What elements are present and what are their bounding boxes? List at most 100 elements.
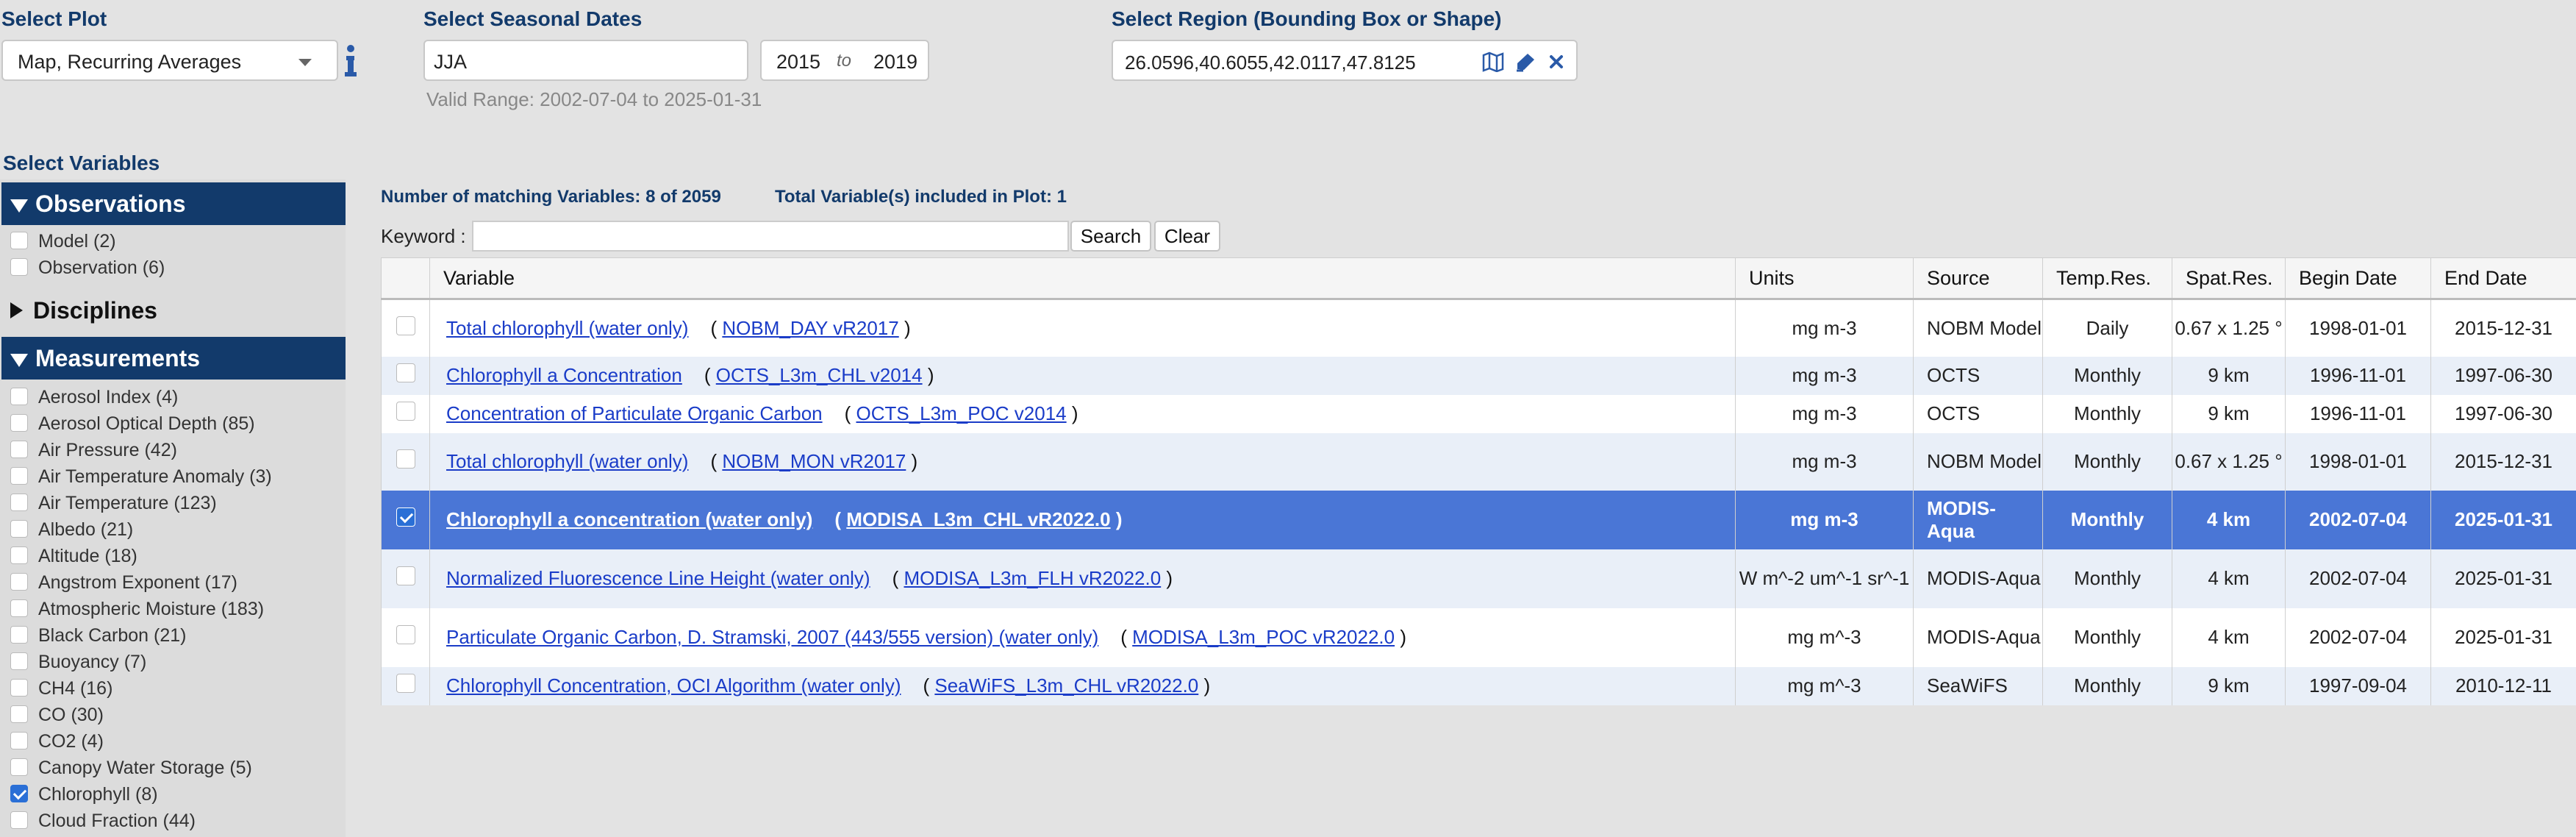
from-year[interactable]: 2015 (776, 51, 820, 74)
measurements-header[interactable]: Measurements (1, 337, 346, 380)
measurements-item[interactable]: Canopy Water Storage (5) (10, 758, 252, 781)
table-row[interactable]: Normalized Fluorescence Line Height (wat… (381, 549, 2576, 608)
checkbox-icon[interactable] (396, 316, 415, 335)
checkbox-icon[interactable] (10, 785, 28, 803)
checkbox-icon[interactable] (10, 467, 28, 485)
checkbox-icon[interactable] (10, 388, 28, 406)
column-header[interactable]: End Date (2430, 257, 2576, 300)
product-link[interactable]: NOBM_DAY vR2017 (722, 317, 898, 339)
product-link[interactable]: MODISA_L3m_CHL vR2022.0 (846, 508, 1110, 530)
table-row[interactable]: Total chlorophyll (water only) ( NOBM_DAY… (381, 299, 2576, 357)
checkbox-icon[interactable] (396, 363, 415, 382)
measurements-item[interactable]: Black Carbon (21) (10, 625, 186, 649)
observations-header[interactable]: Observations (1, 182, 346, 225)
map-icon[interactable] (1482, 51, 1504, 73)
checkbox-icon[interactable] (396, 402, 415, 421)
draw-shape-icon[interactable] (1514, 51, 1536, 72)
plot-select[interactable]: Map, Recurring Averages (1, 40, 338, 81)
table-row[interactable]: Concentration of Particulate Organic Car… (381, 394, 2576, 433)
observations-item[interactable]: Observation (6) (10, 257, 165, 281)
checkbox-icon[interactable] (10, 232, 28, 250)
checkbox-icon[interactable] (10, 546, 28, 565)
search-button[interactable]: Search (1070, 221, 1151, 252)
column-header[interactable]: Temp.Res. (2042, 257, 2172, 300)
checkbox-icon[interactable] (10, 705, 28, 724)
row-select-cell[interactable] (381, 299, 430, 357)
measurements-item[interactable]: Air Pressure (42) (10, 440, 177, 463)
checkbox-icon[interactable] (396, 674, 415, 693)
measurements-item[interactable]: Albedo (21) (10, 519, 133, 543)
measurements-item[interactable]: Cloud Fraction (44) (10, 811, 196, 834)
row-select-cell[interactable] (381, 608, 430, 667)
season-input[interactable]: JJA (423, 40, 748, 81)
region-input[interactable]: 26.0596,40.6055,42.0117,47.8125 (1112, 40, 1578, 81)
row-select-cell[interactable] (381, 394, 430, 433)
table-row[interactable]: Chlorophyll a Concentration ( OCTS_L3m_CH… (381, 356, 2576, 395)
checkbox-icon[interactable] (10, 599, 28, 618)
variable-link[interactable]: Chlorophyll a concentration (water only) (446, 508, 812, 530)
checkbox-icon[interactable] (396, 449, 415, 469)
row-select-cell[interactable] (381, 432, 430, 491)
checkbox-icon[interactable] (10, 679, 28, 697)
checkbox-icon[interactable] (10, 626, 28, 644)
measurements-item[interactable]: CO (30) (10, 705, 104, 728)
clear-button[interactable]: Clear (1154, 221, 1220, 252)
column-header[interactable]: Source (1913, 257, 2043, 300)
checkbox-icon[interactable] (396, 507, 415, 527)
close-icon[interactable] (1545, 51, 1567, 72)
table-row[interactable]: Particulate Organic Carbon, D. Stramski,… (381, 608, 2576, 667)
table-row[interactable]: Chlorophyll a concentration (water only)… (381, 490, 2576, 549)
measurements-item[interactable]: Altitude (18) (10, 546, 137, 569)
measurements-item[interactable]: CH4 (16) (10, 678, 112, 702)
to-year[interactable]: 2019 (873, 51, 917, 74)
checkbox-icon[interactable] (10, 414, 28, 432)
keyword-input[interactable] (472, 221, 1069, 252)
table-row[interactable]: Chlorophyll Concentration, OCI Algorithm… (381, 666, 2576, 705)
checkbox-icon[interactable] (10, 758, 28, 777)
info-icon[interactable] (340, 43, 362, 79)
measurements-item[interactable]: Chlorophyll (8) (10, 784, 158, 808)
observations-item[interactable]: Model (2) (10, 231, 116, 254)
checkbox-icon[interactable] (10, 811, 28, 830)
checkbox-icon[interactable] (10, 441, 28, 459)
column-header[interactable]: Units (1735, 257, 1914, 300)
row-select-cell[interactable] (381, 356, 430, 395)
product-link[interactable]: NOBM_MON vR2017 (722, 450, 906, 472)
checkbox-icon[interactable] (10, 520, 28, 538)
measurements-item[interactable]: Air Temperature Anomaly (3) (10, 466, 272, 490)
checkbox-icon[interactable] (10, 258, 28, 277)
measurements-item[interactable]: Atmospheric Moisture (183) (10, 599, 264, 622)
row-select-cell[interactable] (381, 666, 430, 705)
product-link[interactable]: MODISA_L3m_POC vR2022.0 (1132, 626, 1395, 648)
measurements-item[interactable]: Aerosol Optical Depth (85) (10, 413, 255, 437)
column-header[interactable]: Begin Date (2285, 257, 2431, 300)
year-range[interactable]: 2015 to 2019 (760, 40, 929, 81)
column-header[interactable]: Variable (429, 257, 1736, 300)
variable-link[interactable]: Total chlorophyll (water only) (446, 450, 688, 472)
variable-link[interactable]: Chlorophyll Concentration, OCI Algorithm… (446, 674, 901, 697)
checkbox-icon[interactable] (10, 494, 28, 512)
table-row[interactable]: Total chlorophyll (water only) ( NOBM_MON… (381, 432, 2576, 491)
checkbox-icon[interactable] (10, 732, 28, 750)
product-link[interactable]: OCTS_L3m_POC v2014 (856, 402, 1067, 424)
checkbox-icon[interactable] (396, 625, 415, 644)
checkbox-icon[interactable] (10, 573, 28, 591)
disciplines-header[interactable]: Disciplines (10, 297, 157, 324)
variable-link[interactable]: Particulate Organic Carbon, D. Stramski,… (446, 626, 1098, 648)
product-link[interactable]: MODISA_L3m_FLH vR2022.0 (904, 567, 1161, 589)
product-link[interactable]: OCTS_L3m_CHL v2014 (716, 364, 923, 386)
variable-link[interactable]: Chlorophyll a Concentration (446, 364, 682, 386)
measurements-item[interactable]: Air Temperature (123) (10, 493, 217, 516)
measurements-item[interactable]: Buoyancy (7) (10, 652, 146, 675)
measurements-item[interactable]: Angstrom Exponent (17) (10, 572, 237, 596)
row-select-cell[interactable] (381, 549, 430, 608)
checkbox-icon[interactable] (10, 652, 28, 671)
measurements-item[interactable]: Aerosol Index (4) (10, 387, 178, 410)
variable-link[interactable]: Concentration of Particulate Organic Car… (446, 402, 823, 424)
checkbox-icon[interactable] (396, 566, 415, 585)
product-link[interactable]: SeaWiFS_L3m_CHL vR2022.0 (934, 674, 1198, 697)
column-header[interactable]: Spat.Res. (2172, 257, 2286, 300)
row-select-cell[interactable] (381, 490, 430, 549)
measurements-item[interactable]: CO2 (4) (10, 731, 104, 755)
variable-link[interactable]: Normalized Fluorescence Line Height (wat… (446, 567, 870, 589)
